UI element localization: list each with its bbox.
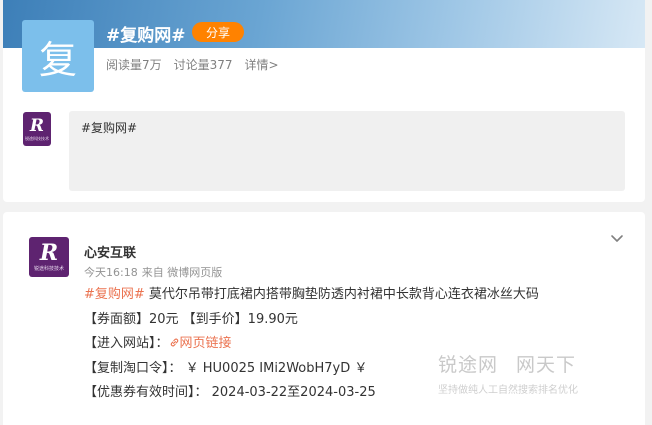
post-title-text: 莫代尔吊带打底裙内搭带胸垫防透内衬裙中长款背心连衣裙冰丝大码 bbox=[144, 287, 539, 302]
hashtag-link[interactable]: #复购网# bbox=[84, 287, 145, 302]
post-source: 来自 微博网页版 bbox=[141, 266, 223, 279]
author-name[interactable]: 心安互联 bbox=[84, 242, 136, 261]
compose-input[interactable]: #复购网# bbox=[69, 111, 625, 191]
user-avatar[interactable]: R 锐途科技技术 bbox=[23, 112, 51, 146]
discussion-count: 讨论量377 bbox=[173, 58, 233, 72]
post-line-code: 【复制淘口令】： ￥ HU0025 IMi2WobH7yD ￥ bbox=[84, 360, 368, 376]
brand-logo-subtitle: 锐途科技技术 bbox=[25, 135, 49, 141]
topic-stats: 阅读量7万 讨论量377 详情> bbox=[106, 56, 279, 73]
web-link[interactable]: 网页链接 bbox=[169, 336, 232, 351]
detail-link[interactable]: 详情> bbox=[245, 56, 279, 73]
post-line-title: #复购网# 莫代尔吊带打底裙内搭带胸垫防透内衬裙中长款背心连衣裙冰丝大码 bbox=[84, 286, 624, 311]
share-button[interactable]: 分享 bbox=[192, 22, 244, 42]
brand-logo-mark: R bbox=[39, 240, 59, 266]
feed-card: R 锐途科技技术 心安互联 今天16:18 来自 微博网页版 #复购网# 莫代尔… bbox=[3, 212, 645, 425]
brand-logo-subtitle: 锐途科技技术 bbox=[33, 266, 64, 272]
post-line-price: 【券面额】20元 【到手价】19.90元 bbox=[84, 311, 298, 327]
post-line-website: 【进入网站】： 网页链接 bbox=[84, 335, 624, 360]
topic-banner bbox=[3, 0, 645, 48]
brand-logo-mark: R bbox=[29, 115, 45, 136]
link-icon bbox=[170, 338, 178, 347]
topic-card: 复 #复购网# 分享 阅读量7万 讨论量377 详情> R 锐途科技技术 #复购… bbox=[3, 0, 645, 202]
topic-avatar: 复 bbox=[22, 20, 94, 92]
website-label: 【进入网站】： bbox=[84, 336, 169, 351]
post-time[interactable]: 今天16:18 bbox=[84, 264, 138, 280]
post-body: #复购网# 莫代尔吊带打底裙内搭带胸垫防透内衬裙中长款背心连衣裙冰丝大码 【券面… bbox=[84, 286, 624, 409]
post-meta: 今天16:18 来自 微博网页版 bbox=[84, 264, 222, 280]
topic-title[interactable]: #复购网# bbox=[106, 21, 186, 46]
author-avatar[interactable]: R 锐途科技技术 bbox=[29, 237, 69, 277]
read-count: 阅读量7万 bbox=[106, 58, 162, 72]
chevron-down-icon[interactable] bbox=[609, 230, 625, 246]
web-link-label: 网页链接 bbox=[179, 336, 232, 351]
post-line-validity: 【优惠券有效时间】： 2024-03-22至2024-03-25 bbox=[84, 385, 376, 400]
